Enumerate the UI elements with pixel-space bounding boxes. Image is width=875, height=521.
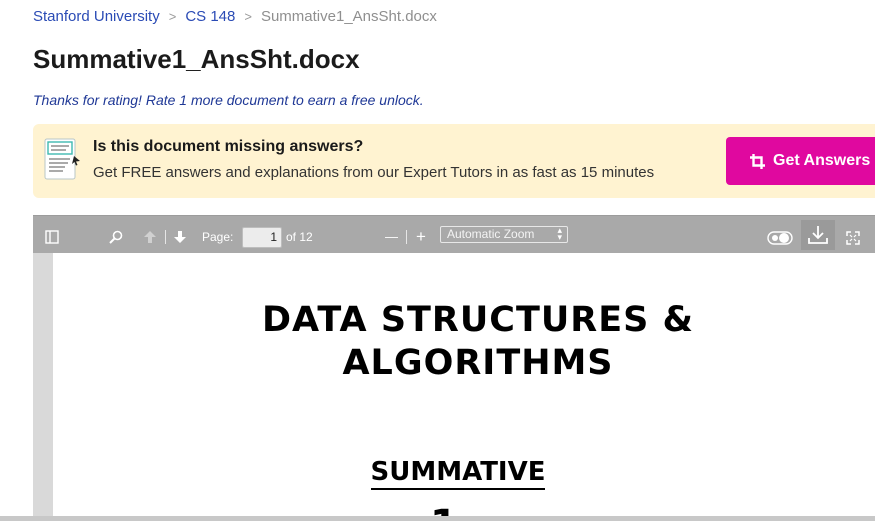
- breadcrumb-link-course[interactable]: CS 148: [185, 8, 235, 25]
- document-viewer: Page: 1 of 12 — + Automatic Zoom ▴ ▾ DATA…: [33, 215, 875, 521]
- document-title: DATA STRUCTURES & ALGORITHMS: [53, 299, 875, 385]
- rating-message: Thanks for rating! Rate 1 more document …: [33, 92, 424, 108]
- document-title-line-2: ALGORITHMS: [342, 343, 614, 383]
- breadcrumb-link-university[interactable]: Stanford University: [33, 8, 160, 25]
- zoom-select-value: Automatic Zoom: [447, 227, 535, 241]
- toolbar-divider: [165, 230, 166, 244]
- banner-subtext: Get FREE answers and explanations from o…: [93, 164, 655, 181]
- document-subtitle-text: SUMMATIVE: [370, 457, 546, 490]
- document-title-line-1: DATA STRUCTURES &: [261, 300, 695, 340]
- viewer-toolbar: Page: 1 of 12 — + Automatic Zoom ▴ ▾: [33, 215, 875, 253]
- breadcrumb-current: Summative1_AnsSht.docx: [260, 8, 437, 25]
- get-answers-button[interactable]: Get Answers: [726, 137, 875, 185]
- document-subtitle: SUMMATIVE: [53, 457, 863, 490]
- page-title: Summative1_AnsSht.docx: [33, 44, 360, 74]
- toolbar-divider: [406, 230, 407, 244]
- horizontal-scrollbar[interactable]: [0, 516, 875, 521]
- toggle-icon[interactable]: [767, 231, 793, 245]
- search-icon[interactable]: [109, 230, 123, 244]
- document-page: DATA STRUCTURES & ALGORITHMS SUMMATIVE 1: [53, 253, 875, 521]
- missing-answers-banner: Is this document missing answers? Get FR…: [33, 124, 875, 198]
- breadcrumb: Stanford University > CS 148 > Summative…: [33, 8, 437, 25]
- page-label: Page:: [202, 230, 234, 244]
- zoom-out-button[interactable]: —: [385, 229, 398, 244]
- breadcrumb-separator: >: [244, 9, 252, 24]
- page-number-input[interactable]: 1: [242, 227, 282, 248]
- zoom-in-button[interactable]: +: [416, 227, 426, 247]
- page-total: of 12: [286, 230, 313, 244]
- fullscreen-icon[interactable]: [846, 231, 860, 245]
- document-icon: [44, 136, 80, 182]
- banner-heading: Is this document missing answers?: [93, 138, 364, 155]
- arrow-up-icon[interactable]: [143, 230, 157, 244]
- get-answers-label: Get Answers: [773, 152, 871, 169]
- arrow-down-icon[interactable]: [173, 230, 187, 244]
- zoom-select[interactable]: Automatic Zoom ▴ ▾: [440, 226, 568, 243]
- breadcrumb-separator: >: [168, 9, 177, 24]
- sidebar-toggle-icon[interactable]: [45, 230, 59, 244]
- crop-icon: [750, 153, 765, 169]
- download-icon: [808, 225, 828, 245]
- download-button[interactable]: [801, 220, 835, 250]
- chevron-updown-icon: ▴ ▾: [557, 225, 562, 242]
